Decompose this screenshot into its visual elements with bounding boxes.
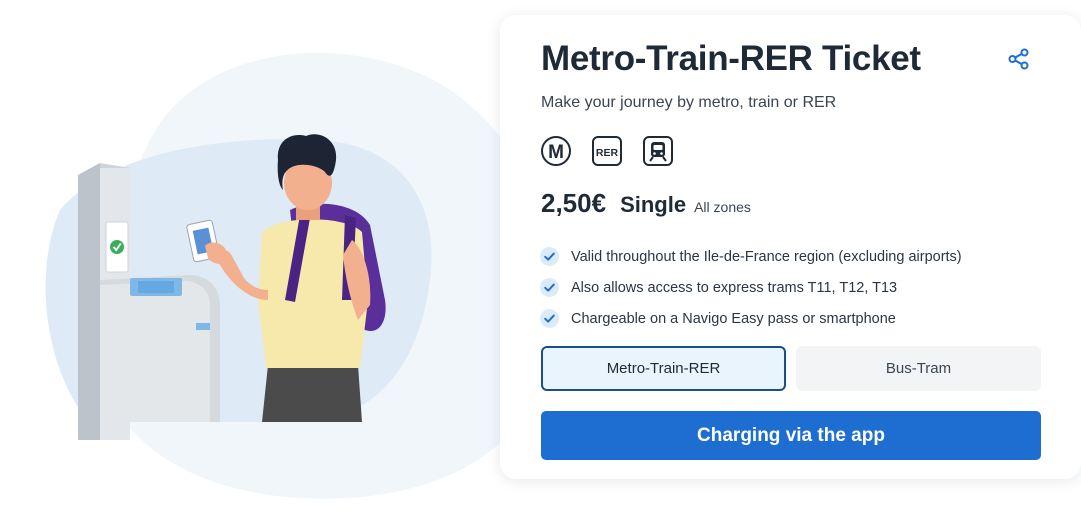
feature-text: Also allows access to express trams T11,… [571,279,898,296]
feature-item: Also allows access to express trams T11,… [540,272,962,303]
price-row: 2,50€ Single All zones [541,188,751,219]
ticket-title: Metro-Train-RER Ticket [541,39,921,78]
feature-item: Chargeable on a Navigo Easy pass or smar… [540,303,962,334]
rer-icon: RER [592,136,622,166]
ticket-card: Metro-Train-RER Ticket Make your journey… [500,15,1081,479]
ticket-illustration [0,0,560,514]
transport-modes: M RER [540,135,674,167]
ticket-tabs: Metro-Train-RER Bus-Tram [541,346,1041,391]
check-icon [540,309,559,328]
ticket-zones: All zones [694,199,751,215]
charge-via-app-button[interactable]: Charging via the app [541,411,1041,460]
svg-text:RER: RER [596,147,619,159]
share-icon [1008,48,1029,70]
tab-metro-train-rer[interactable]: Metro-Train-RER [541,346,786,391]
share-button[interactable] [1004,44,1034,74]
feature-list: Valid throughout the Ile-de-France regio… [540,241,962,334]
ticket-type: Single [620,192,687,217]
metro-icon: M [541,136,571,166]
check-icon [540,278,559,297]
ticket-price: 2,50€ [541,188,607,218]
svg-text:M: M [548,142,564,163]
train-icon [643,136,673,166]
gate-check [110,240,124,254]
ticket-subtitle: Make your journey by metro, train or RER [541,94,837,111]
check-icon [540,247,559,266]
tab-bus-tram[interactable]: Bus-Tram [796,346,1041,391]
feature-item: Valid throughout the Ile-de-France regio… [540,241,962,272]
person-trousers [262,365,362,422]
feature-text: Chargeable on a Navigo Easy pass or smar… [571,310,896,327]
feature-text: Valid throughout the Ile-de-France regio… [571,248,962,265]
